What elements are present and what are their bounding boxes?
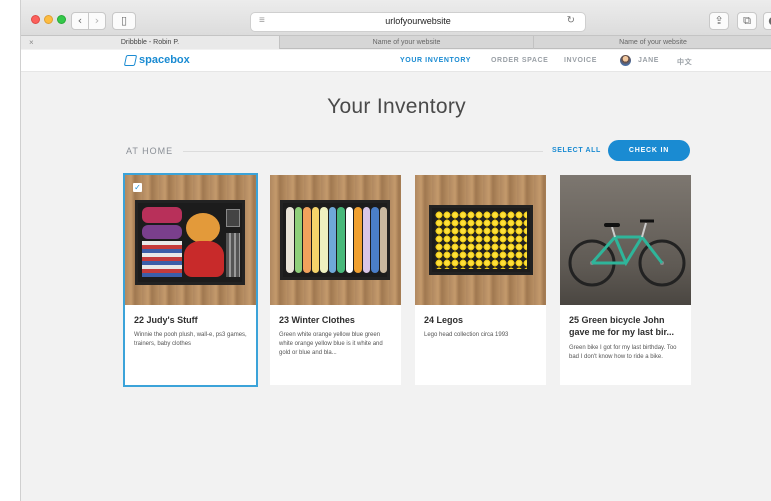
item-photo-toys: ✓ (125, 175, 256, 305)
inventory-card[interactable]: ✓ 22 Judy's Stuff Winnie the pooh plush,… (123, 173, 258, 387)
forward-button[interactable]: › (88, 12, 106, 30)
nav-invoice[interactable]: INVOICE (564, 57, 597, 64)
chevron-left-icon: ‹ (77, 14, 83, 27)
tab-bar: × Dribbble - Robin P. Name of your websi… (21, 36, 771, 49)
item-photo-bicycle (560, 175, 691, 305)
tab-dribbble[interactable]: × Dribbble - Robin P. (21, 36, 280, 49)
item-photo-clothes (270, 175, 401, 305)
site-header: spacebox YOUR INVENTORY ORDER SPACE INVO… (21, 50, 771, 72)
nav-order-space[interactable]: ORDER SPACE (491, 57, 548, 64)
tabs-icon: ⧉ (743, 14, 751, 27)
inventory-card[interactable]: 23 Winter Clothes Green white orange yel… (270, 175, 401, 385)
section-label: AT HOME (126, 146, 174, 156)
zoom-window-button[interactable] (57, 15, 66, 24)
nav-your-inventory[interactable]: YOUR INVENTORY (400, 57, 471, 64)
share-button[interactable]: ⇪ (709, 12, 729, 30)
item-title: 22 Judy's Stuff (134, 315, 198, 325)
item-description: Winnie the pooh plush, wall-e, ps3 games… (134, 332, 247, 347)
section-divider (183, 151, 543, 152)
show-tabs-button[interactable]: ⧉ (737, 12, 757, 30)
close-window-button[interactable] (31, 15, 40, 24)
item-description: Green white orange yellow blue green whi… (279, 332, 383, 356)
check-in-button[interactable]: CHECK IN (608, 140, 690, 161)
sidebar-toggle-button[interactable]: ▯ (112, 12, 136, 30)
tab-label: Name of your website (619, 39, 687, 46)
browser-window: ‹ › ▯ ≡ urlofyourwebsite ↻ ⇪ ⧉ ● × Dribb… (20, 0, 771, 501)
reload-icon[interactable]: ↻ (567, 15, 575, 26)
item-title: 23 Winter Clothes (279, 315, 355, 325)
user-name[interactable]: JANE (638, 57, 659, 64)
chevron-right-icon: › (94, 14, 100, 27)
inventory-card[interactable]: 25 Green bicycle John gave me for my las… (560, 175, 691, 385)
logo-text: spacebox (139, 54, 190, 66)
avatar[interactable] (620, 55, 631, 66)
select-all-link[interactable]: SELECT ALL (552, 147, 601, 154)
item-description: Lego head collection circa 1993 (424, 332, 509, 338)
spacebox-logo[interactable]: spacebox (123, 54, 190, 66)
browser-toolbar: ‹ › ▯ ≡ urlofyourwebsite ↻ ⇪ ⧉ ● (21, 0, 771, 36)
language-switch[interactable]: 中文 (677, 57, 692, 67)
tab-label: Name of your website (372, 39, 441, 46)
item-title: 25 Green bicycle John gave me for my las… (569, 315, 675, 337)
bicycle-illustration (568, 219, 686, 287)
item-photo-legos (415, 175, 546, 305)
back-button[interactable]: ‹ (71, 12, 89, 30)
item-checkbox[interactable]: ✓ (133, 183, 142, 192)
address-bar[interactable]: ≡ urlofyourwebsite ↻ (250, 12, 586, 32)
item-description: Green bike I got for my last birthday. T… (569, 345, 677, 360)
close-tab-icon[interactable]: × (29, 36, 34, 49)
sidebar-icon: ▯ (120, 14, 128, 27)
storage-box (429, 205, 533, 275)
item-title: 24 Legos (424, 315, 464, 325)
inventory-card[interactable]: 24 Legos Lego head collection circa 1993 (415, 175, 546, 385)
tab-label: Dribbble - Robin P. (120, 39, 180, 46)
box-icon (123, 54, 138, 66)
tab-website-1[interactable]: Name of your website (280, 36, 534, 49)
page-title: Your Inventory (327, 95, 466, 118)
tab-website-2[interactable]: Name of your website (534, 36, 771, 49)
storage-box (135, 200, 245, 285)
storage-box (280, 200, 390, 280)
share-icon: ⇪ (714, 14, 724, 27)
extension-button[interactable]: ● (763, 12, 771, 30)
minimize-window-button[interactable] (44, 15, 53, 24)
url-text: urlofyourwebsite (385, 16, 451, 26)
